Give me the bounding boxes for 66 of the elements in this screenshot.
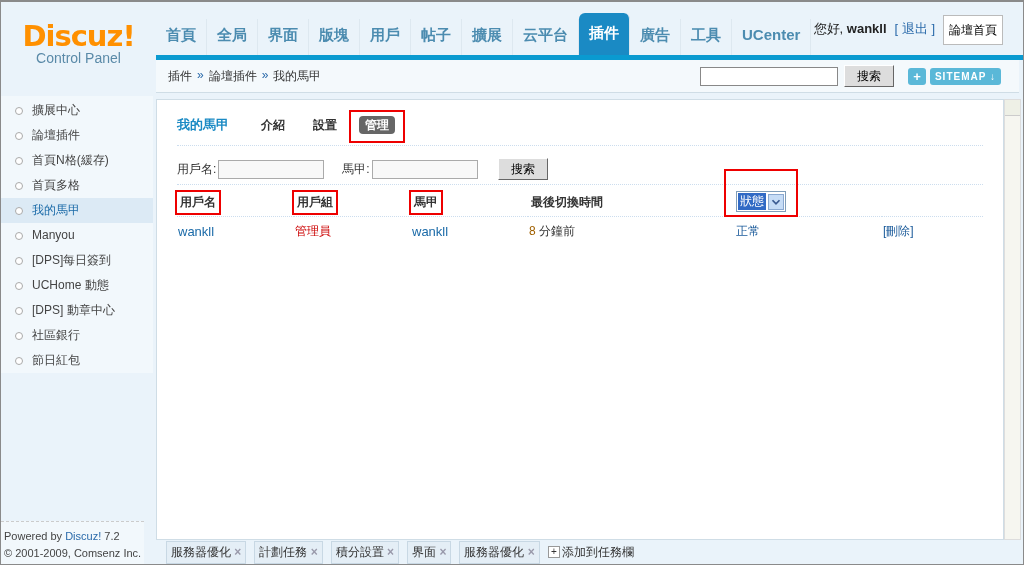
username-link[interactable]: wankll — [178, 223, 215, 239]
table-cell: 管理員 — [295, 223, 331, 238]
logo-text: Discuz! — [22, 22, 135, 50]
sidebar-item[interactable]: 社區銀行 — [1, 323, 153, 348]
sidebar-item[interactable]: 我的馬甲 — [1, 198, 153, 223]
sidebar-item[interactable]: 首頁多格 — [1, 173, 153, 198]
breadcrumb-item: 插件 — [168, 67, 192, 85]
input-field[interactable] — [218, 159, 325, 179]
input-field[interactable] — [371, 159, 478, 179]
column-header: 用戶組 — [296, 194, 334, 211]
table-cell: 8 分鐘前 — [529, 223, 576, 238]
add-icon[interactable]: + — [547, 546, 560, 558]
column-header: 用戶名 — [179, 194, 217, 211]
forum-home-button[interactable]: 論壇首頁 — [943, 15, 1003, 45]
nav-tab[interactable]: 用戶 — [360, 19, 411, 55]
sidebar-item[interactable]: 節日紅包 — [1, 348, 153, 373]
sidebar-item[interactable]: 論壇插件 — [1, 123, 153, 148]
sidebar-item[interactable]: [DPS]每日簽到 — [1, 248, 153, 273]
nav-tab[interactable]: 首頁 — [156, 19, 207, 55]
nav-tab[interactable]: 版塊 — [309, 19, 360, 55]
search-button[interactable]: 搜索 — [497, 158, 548, 180]
scrollbar[interactable] — [1004, 99, 1021, 540]
nav-tab[interactable]: 擴展 — [462, 19, 513, 55]
sidebar-item[interactable]: Manyou — [1, 223, 153, 248]
alias-link[interactable]: wankll — [412, 223, 449, 239]
page-title: 我的馬甲 — [177, 116, 229, 134]
logout-link[interactable]: [ 退出 ] — [894, 20, 935, 38]
breadcrumb-item: 論壇插件 — [208, 67, 257, 85]
caret-icon — [768, 193, 784, 210]
nav-tab[interactable]: 界面 — [258, 19, 309, 55]
nav-tab[interactable]: 帖子 — [411, 19, 462, 55]
field-label: 用戶名: — [177, 160, 217, 178]
greeting-text: 您好, wankll — [813, 20, 887, 38]
separator-icon: » — [261, 67, 269, 85]
task-tab[interactable]: 界面 — [412, 544, 437, 559]
separator-icon: » — [197, 67, 204, 85]
page-tab[interactable]: 管理 — [359, 115, 395, 134]
task-tab[interactable]: 計劃任務 — [259, 544, 308, 559]
task-tab[interactable]: 積分設置 — [335, 544, 384, 559]
add-to-taskbar-link[interactable]: 添加到任務欄 — [561, 543, 634, 561]
column-header: 最後切換時間 — [530, 194, 604, 211]
search-field[interactable] — [699, 66, 838, 86]
sidebar-item[interactable]: UCHome 動態 — [1, 273, 153, 298]
breadcrumb-item: 我的馬甲 — [273, 67, 322, 85]
nav-tab[interactable]: 工具 — [681, 19, 732, 55]
status-link[interactable]: 正常 — [736, 223, 760, 238]
nav-tab[interactable]: 廣告 — [630, 19, 681, 55]
logo-subtitle: Control Panel — [36, 50, 121, 66]
page-tab[interactable]: 介紹 — [255, 115, 291, 134]
delete-link[interactable]: [刪除] — [883, 223, 914, 238]
footer-text: © 2001-2009, Comsenz Inc. — [4, 546, 143, 561]
task-tab[interactable]: 服務器優化 — [464, 544, 525, 559]
nav-tab[interactable]: UCenter — [732, 19, 812, 55]
status-select[interactable]: 狀態 — [736, 191, 786, 212]
field-label: 馬甲: — [342, 160, 370, 178]
footer-text: Powered by Discuz! 7.2 — [4, 529, 121, 544]
task-tab[interactable]: 服務器優化 — [171, 544, 231, 559]
sidebar-item[interactable]: [DPS] 動章中心 — [1, 298, 153, 323]
nav-tab[interactable]: 插件 — [579, 13, 630, 55]
page-tab[interactable]: 設置 — [307, 115, 343, 134]
sidebar-item[interactable]: 首頁N格(緩存) — [1, 148, 153, 173]
nav-tab[interactable]: 全局 — [207, 19, 258, 55]
scroll-up-icon[interactable] — [1005, 100, 1020, 116]
sidebar-item[interactable]: 擴展中心 — [1, 98, 153, 123]
search-button[interactable]: 搜索 — [843, 65, 894, 87]
column-header: 馬甲 — [412, 194, 439, 211]
